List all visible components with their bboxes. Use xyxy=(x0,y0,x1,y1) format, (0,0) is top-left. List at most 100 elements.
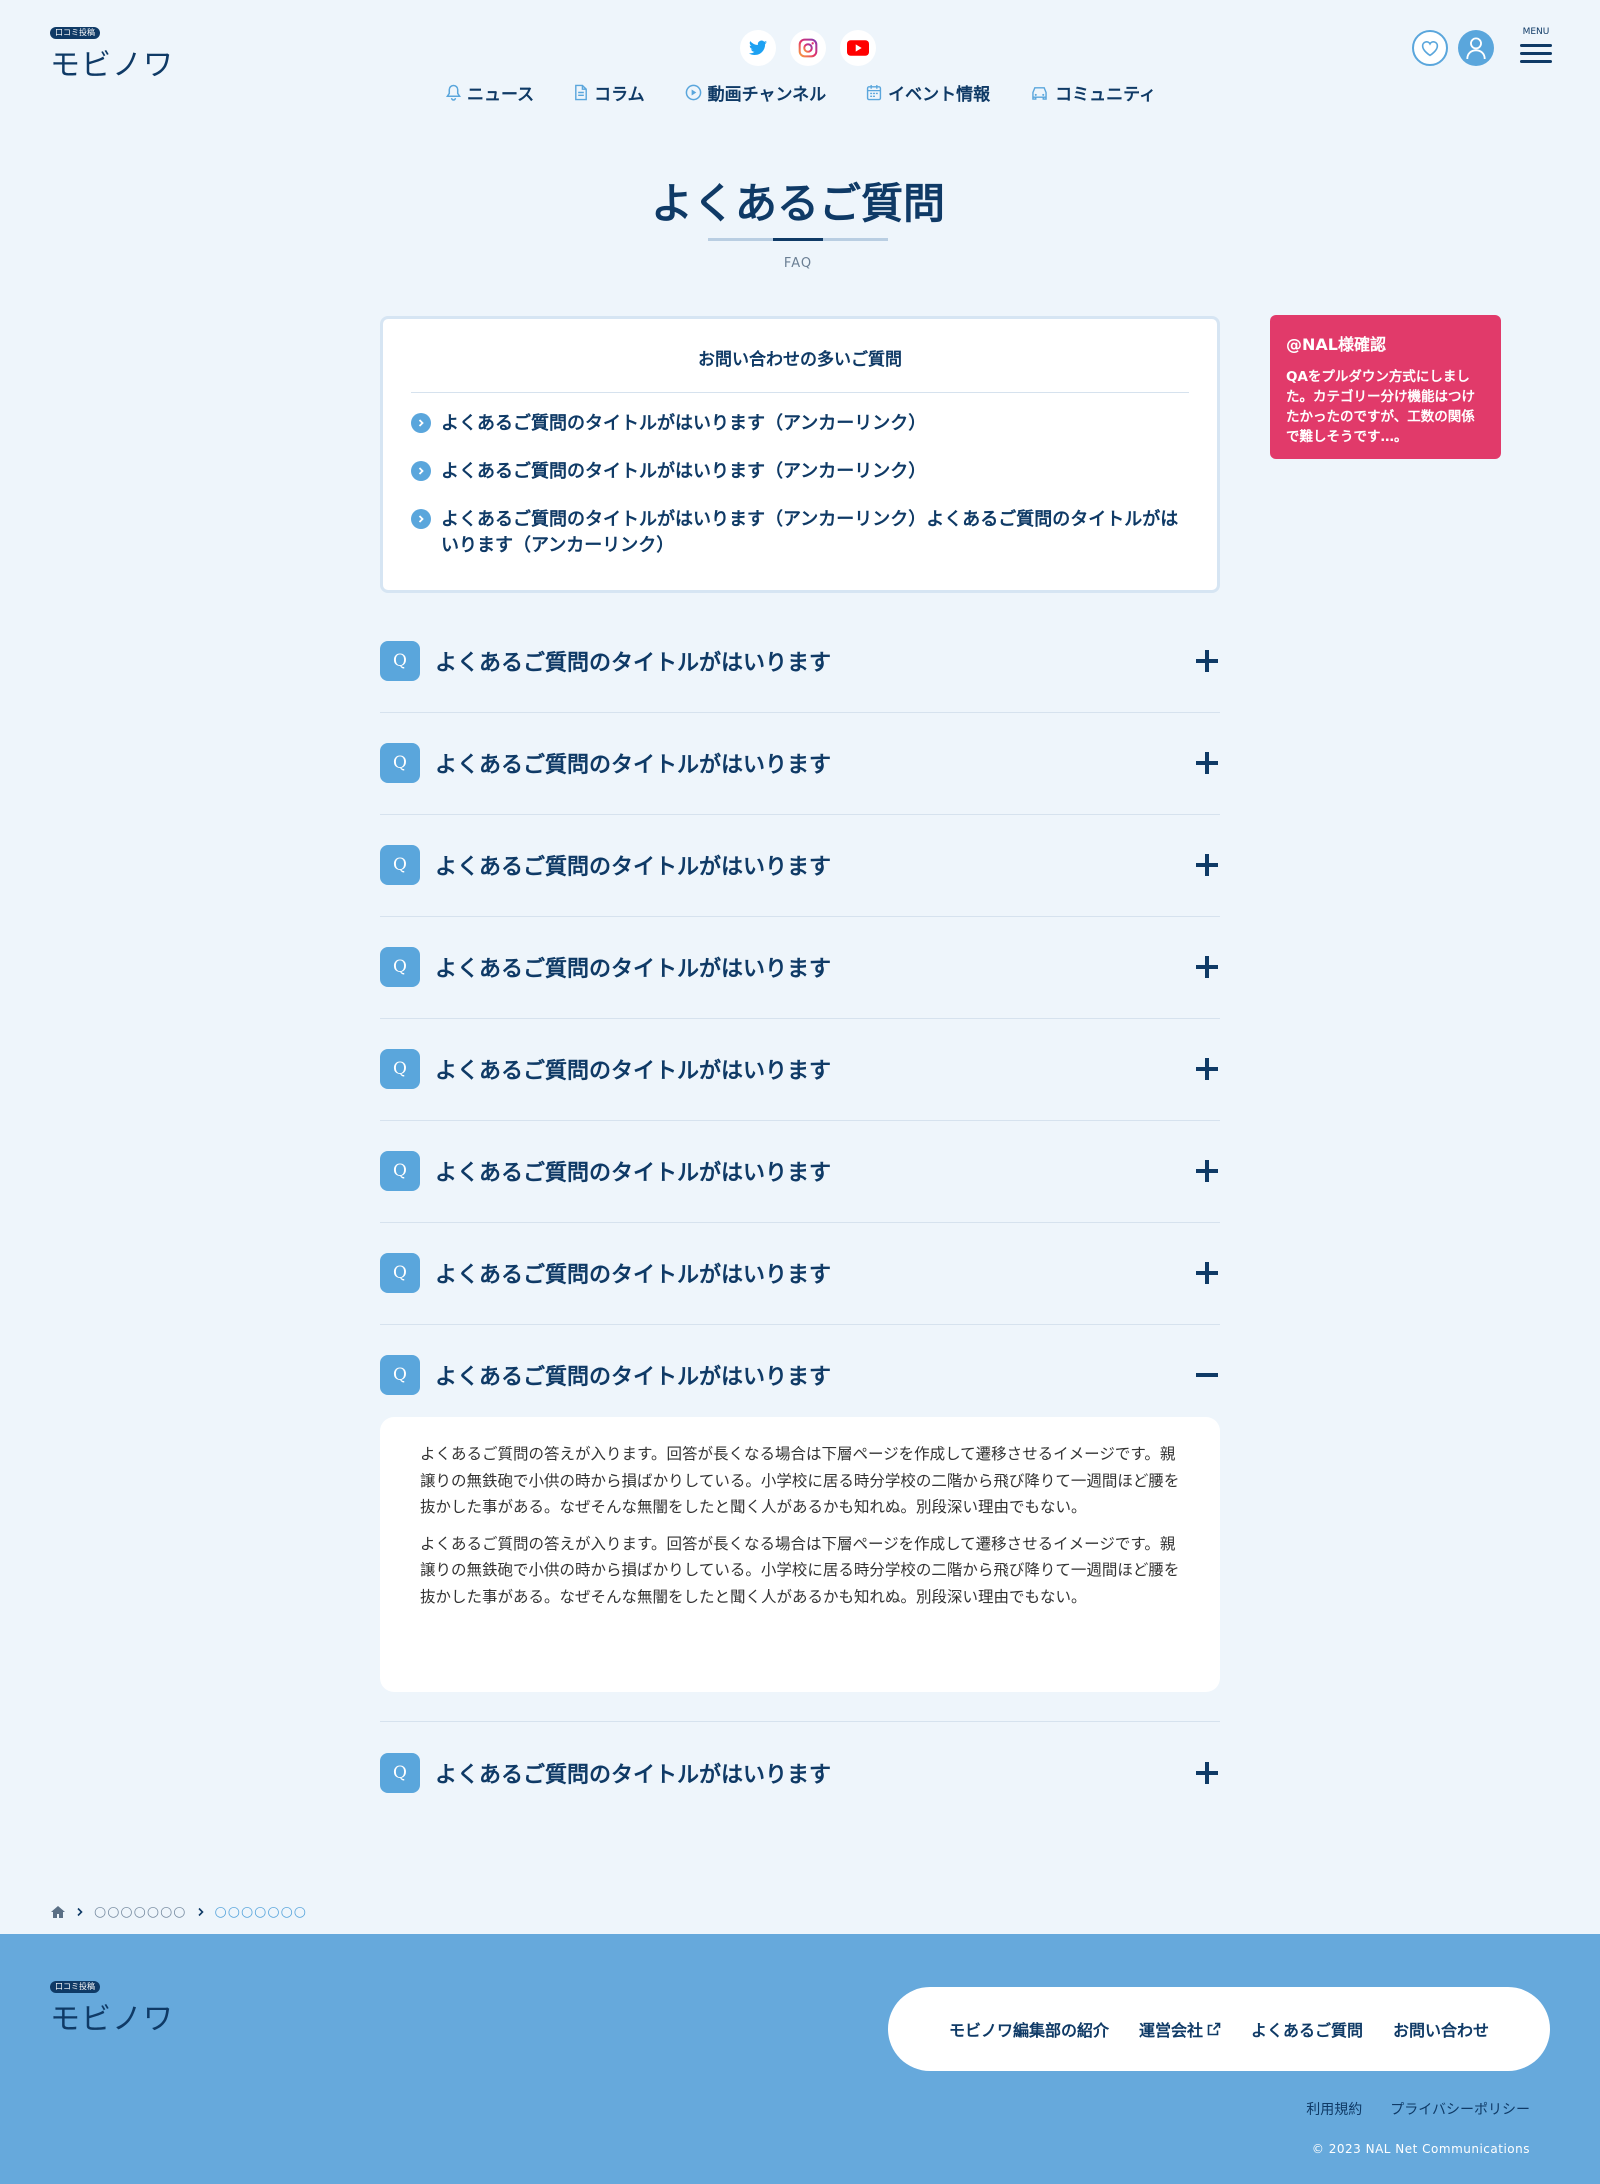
review-note-body: QAをプルダウン方式にしました。カテゴリー分け機能はつけたかったのですが、工数の… xyxy=(1286,369,1475,445)
account-button[interactable] xyxy=(1458,30,1494,66)
popular-questions-list: よくあるご質問のタイトルがはいります（アンカーリンク） よくあるご質問のタイトル… xyxy=(383,393,1217,559)
nav-community-label: コミュニティ xyxy=(1055,85,1157,105)
chevron-right-icon xyxy=(411,413,431,433)
footer-nav: モビノワ編集部の紹介 運営会社 よくあるご質問 お問い合わせ xyxy=(888,1987,1550,2071)
popular-questions-title: お問い合わせの多いご質問 xyxy=(698,350,902,370)
plus-icon[interactable] xyxy=(1196,1058,1218,1080)
faq-divider xyxy=(380,1222,1220,1223)
nav-column[interactable]: コラム xyxy=(574,80,645,105)
page-subtitle: FAQ xyxy=(783,256,813,271)
q-badge: Q xyxy=(380,1355,420,1395)
footer-link-privacy[interactable]: プライバシーポリシー xyxy=(1390,2099,1530,2119)
q-badge: Q xyxy=(380,845,420,885)
faq-question: よくあるご質問のタイトルがはいります xyxy=(435,1161,832,1186)
faq-question: よくあるご質問のタイトルがはいります xyxy=(435,651,832,676)
faq-divider xyxy=(380,1721,1220,1722)
external-link-icon xyxy=(1207,2022,1221,2036)
logo-name: モビノワ xyxy=(50,2002,174,2037)
popular-question-text: よくあるご質問のタイトルがはいります（アンカーリンク） xyxy=(441,413,927,434)
footer-link-about[interactable]: モビノワ編集部の紹介 xyxy=(949,2017,1109,2041)
footer-link-company[interactable]: 運営会社 xyxy=(1139,2017,1221,2041)
page-title: よくあるご質問 xyxy=(650,179,945,228)
q-badge: Q xyxy=(380,1753,420,1793)
q-badge: Q xyxy=(380,1049,420,1089)
minus-icon[interactable] xyxy=(1196,1364,1218,1386)
faq-item[interactable]: Q よくあるご質問のタイトルがはいります xyxy=(380,1048,1220,1090)
car-icon xyxy=(1032,87,1047,100)
faq-divider xyxy=(380,916,1220,917)
chevron-right-icon xyxy=(77,1907,83,1917)
chevron-right-icon xyxy=(411,461,431,481)
faq-item[interactable]: Q よくあるご質問のタイトルがはいります xyxy=(380,1252,1220,1294)
site-footer: 口コミ投稿 モビノワ モビノワ編集部の紹介 運営会社 よくあるご質問 お問い合わ… xyxy=(0,1934,1600,2184)
faq-divider xyxy=(380,1018,1220,1019)
popular-question-link[interactable]: よくあるご質問のタイトルがはいります（アンカーリンク） xyxy=(411,411,1189,437)
nav-video-label: 動画チャンネル xyxy=(707,85,827,105)
faq-divider xyxy=(380,1120,1220,1121)
bell-icon xyxy=(446,84,461,101)
user-icon xyxy=(1466,37,1486,60)
global-nav: ニュース コラム 動画チャンネル イベント情報 コミュニティ xyxy=(446,80,1156,105)
q-badge: Q xyxy=(380,1151,420,1191)
chevron-right-icon xyxy=(411,509,431,529)
footer-link-contact[interactable]: お問い合わせ xyxy=(1393,2017,1489,2041)
footer-link-terms[interactable]: 利用規約 xyxy=(1306,2099,1362,2119)
home-icon[interactable] xyxy=(50,1905,66,1919)
plus-icon[interactable] xyxy=(1196,1160,1218,1182)
calendar-icon xyxy=(867,84,882,101)
breadcrumb-parent-link[interactable]: ○○○○○○○ xyxy=(94,1904,187,1920)
nav-news-label: ニュース xyxy=(467,85,535,105)
footer-link-faq[interactable]: よくあるご質問 xyxy=(1251,2017,1363,2041)
play-icon xyxy=(685,84,701,101)
nav-community[interactable]: コミュニティ xyxy=(1030,80,1156,105)
q-badge: Q xyxy=(380,947,420,987)
footer-logo[interactable]: 口コミ投稿 モビノワ xyxy=(50,1974,174,2038)
instagram-icon[interactable] xyxy=(790,30,826,66)
plus-icon[interactable] xyxy=(1196,650,1218,672)
plus-icon[interactable] xyxy=(1196,854,1218,876)
faq-question: よくあるご質問のタイトルがはいります xyxy=(435,957,832,982)
faq-item[interactable]: Q よくあるご質問のタイトルがはいります xyxy=(380,1752,1220,1794)
q-badge: Q xyxy=(380,1253,420,1293)
youtube-icon[interactable] xyxy=(840,30,876,66)
copyright: © 2023 NAL Net Communications xyxy=(1311,2142,1530,2156)
nav-video[interactable]: 動画チャンネル xyxy=(685,80,827,105)
nav-news[interactable]: ニュース xyxy=(446,80,534,105)
chevron-right-icon xyxy=(197,1907,204,1917)
menu-label: MENU xyxy=(1522,26,1550,37)
plus-icon[interactable] xyxy=(1196,1262,1218,1284)
faq-question: よくあるご質問のタイトルがはいります xyxy=(435,753,832,778)
popular-question-link[interactable]: よくあるご質問のタイトルがはいります（アンカーリンク） xyxy=(411,459,1189,485)
faq-divider xyxy=(380,814,1220,815)
header-actions: MENU xyxy=(1412,27,1554,66)
breadcrumb-current: ○○○○○○○ xyxy=(214,1904,308,1920)
faq-answer-paragraph: よくあるご質問の答えが入ります。回答が長くなる場合は下層ページを作成して遷移させ… xyxy=(420,1534,1180,1606)
footer-legal: 利用規約 プライバシーポリシー xyxy=(1306,2099,1530,2119)
faq-item[interactable]: Q よくあるご質問のタイトルがはいります xyxy=(380,946,1220,988)
menu-button[interactable]: MENU xyxy=(1518,27,1554,66)
faq-item[interactable]: Q よくあるご質問のタイトルがはいります xyxy=(380,1150,1220,1192)
footer-link-company-label: 運営会社 xyxy=(1138,2021,1203,2040)
nav-column-label: コラム xyxy=(594,85,645,105)
faq-divider xyxy=(380,712,1220,713)
faq-item[interactable]: Q よくあるご質問のタイトルがはいります xyxy=(380,742,1220,784)
popular-questions-box: お問い合わせの多いご質問 よくあるご質問のタイトルがはいります（アンカーリンク）… xyxy=(380,316,1220,593)
document-icon xyxy=(575,84,588,101)
plus-icon[interactable] xyxy=(1196,752,1218,774)
breadcrumb: ○○○○○○○ ○○○○○○○ xyxy=(50,1904,307,1920)
plus-icon[interactable] xyxy=(1196,1762,1218,1784)
faq-item[interactable]: Q よくあるご質問のタイトルがはいります xyxy=(380,640,1220,682)
faq-answer-paragraph: よくあるご質問の答えが入ります。回答が長くなる場合は下層ページを作成して遷移させ… xyxy=(420,1445,1180,1516)
plus-icon[interactable] xyxy=(1196,956,1218,978)
popular-question-link[interactable]: よくあるご質問のタイトルがはいります（アンカーリンク）よくあるご質問のタイトルが… xyxy=(411,507,1189,559)
twitter-icon[interactable] xyxy=(740,30,776,66)
review-note: @NAL様確認 QAをプルダウン方式にしました。カテゴリー分け機能はつけたかった… xyxy=(1270,315,1501,459)
favorites-button[interactable] xyxy=(1412,30,1448,66)
site-logo[interactable]: 口コミ投稿 モビノワ xyxy=(50,20,174,84)
review-note-title: @NAL様確認 xyxy=(1286,335,1386,354)
title-divider xyxy=(708,238,888,241)
faq-item[interactable]: Q よくあるご質問のタイトルがはいります xyxy=(380,844,1220,886)
nav-events[interactable]: イベント情報 xyxy=(866,80,990,105)
faq-divider xyxy=(380,1324,1220,1325)
faq-item-open[interactable]: Q よくあるご質問のタイトルがはいります xyxy=(380,1354,1220,1396)
